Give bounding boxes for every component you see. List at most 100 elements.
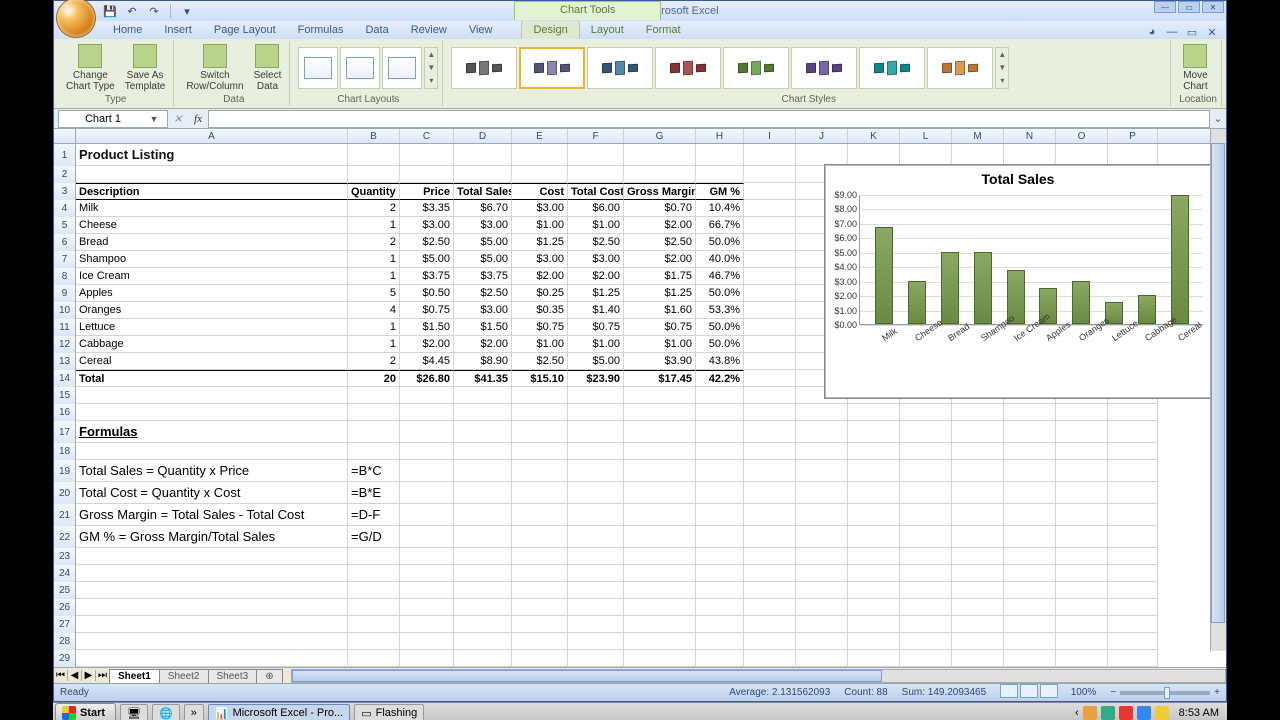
cell[interactable] [568, 482, 624, 504]
cell[interactable] [624, 526, 696, 548]
cell[interactable] [512, 650, 568, 667]
cell[interactable] [796, 599, 848, 616]
cell[interactable] [454, 616, 512, 633]
column-header[interactable]: M [952, 129, 1004, 143]
cell[interactable] [624, 482, 696, 504]
save-icon[interactable]: 💾 [102, 3, 118, 19]
redo-icon[interactable]: ↷ [146, 3, 162, 19]
cell[interactable] [512, 421, 568, 443]
cell[interactable] [454, 144, 512, 166]
cell[interactable] [796, 144, 848, 166]
cell[interactable] [454, 387, 512, 404]
row-header[interactable]: 17 [54, 421, 76, 443]
cell[interactable] [696, 616, 744, 633]
row-header[interactable]: 20 [54, 482, 76, 504]
cell[interactable] [400, 387, 454, 404]
cell[interactable]: $0.75 [624, 319, 696, 336]
row-header[interactable]: 25 [54, 582, 76, 599]
cell[interactable] [744, 234, 796, 251]
cell[interactable] [454, 443, 512, 460]
column-header[interactable]: L [900, 129, 952, 143]
cell[interactable] [848, 582, 900, 599]
cell[interactable] [952, 421, 1004, 443]
cell[interactable]: $3.00 [400, 217, 454, 234]
cell[interactable] [696, 599, 744, 616]
cell[interactable] [900, 548, 952, 565]
quick-launch-desktop-icon[interactable]: 🖥 [120, 704, 148, 720]
cell[interactable] [624, 443, 696, 460]
row-header[interactable]: 1 [54, 144, 76, 166]
cell[interactable] [512, 460, 568, 482]
row-header[interactable]: 22 [54, 526, 76, 548]
row-header[interactable]: 12 [54, 336, 76, 353]
cell[interactable] [568, 387, 624, 404]
cell[interactable] [512, 616, 568, 633]
cell[interactable]: =D-F [348, 504, 400, 526]
cell[interactable] [1004, 565, 1056, 582]
row-header[interactable]: 26 [54, 599, 76, 616]
cell[interactable]: Cost [512, 183, 568, 200]
cell[interactable] [1056, 616, 1108, 633]
cell[interactable] [512, 144, 568, 166]
tray-icon[interactable] [1137, 706, 1151, 720]
cell[interactable] [568, 616, 624, 633]
start-button[interactable]: Start [55, 703, 116, 720]
cell[interactable] [1056, 548, 1108, 565]
row-header[interactable]: 28 [54, 633, 76, 650]
cell[interactable]: Total Sales [454, 183, 512, 200]
row-header[interactable]: 18 [54, 443, 76, 460]
cell[interactable] [696, 526, 744, 548]
cell[interactable] [348, 650, 400, 667]
cell[interactable] [796, 582, 848, 599]
cell[interactable]: $3.00 [512, 251, 568, 268]
cell[interactable]: $2.00 [624, 217, 696, 234]
cell[interactable] [1056, 582, 1108, 599]
cell[interactable] [512, 582, 568, 599]
cell[interactable]: $0.35 [512, 302, 568, 319]
tray-icon[interactable] [1101, 706, 1115, 720]
cell[interactable] [76, 548, 348, 565]
cell[interactable]: $1.25 [512, 234, 568, 251]
cell[interactable]: $1.00 [624, 336, 696, 353]
cell[interactable] [76, 443, 348, 460]
cell[interactable] [1004, 616, 1056, 633]
column-header[interactable]: E [512, 129, 568, 143]
chart-styles-more-icon[interactable]: ▲▼▾ [995, 47, 1009, 89]
chart-bar[interactable] [875, 227, 893, 324]
cell[interactable] [1056, 565, 1108, 582]
cell[interactable] [568, 421, 624, 443]
chart-style-option[interactable] [451, 47, 517, 89]
formula-input[interactable] [208, 110, 1210, 128]
view-page-break-icon[interactable] [1040, 684, 1058, 698]
zoom-in-icon[interactable]: + [1214, 687, 1220, 698]
cell[interactable] [454, 548, 512, 565]
cell[interactable] [1004, 582, 1056, 599]
cell[interactable]: 50.0% [696, 234, 744, 251]
cell[interactable] [454, 650, 512, 667]
cell[interactable] [796, 650, 848, 667]
cell[interactable]: $4.45 [400, 353, 454, 370]
cell[interactable]: $1.50 [400, 319, 454, 336]
row-header[interactable]: 9 [54, 285, 76, 302]
tab-design[interactable]: Design [521, 20, 579, 39]
embedded-chart[interactable]: Total Sales $0.00$1.00$2.00$3.00$4.00$5.… [824, 164, 1212, 399]
cell[interactable] [744, 302, 796, 319]
chart-bar[interactable] [1171, 195, 1189, 324]
chart-style-option[interactable] [927, 47, 993, 89]
cell[interactable] [1056, 404, 1108, 421]
column-header[interactable]: K [848, 129, 900, 143]
row-header[interactable]: 29 [54, 650, 76, 667]
cell[interactable] [1056, 482, 1108, 504]
tab-format[interactable]: Format [635, 21, 692, 39]
cell[interactable] [1108, 616, 1158, 633]
cell[interactable]: $1.00 [512, 336, 568, 353]
tab-review[interactable]: Review [400, 21, 458, 39]
cell[interactable] [454, 404, 512, 421]
cell[interactable]: $3.00 [454, 217, 512, 234]
chart-bar[interactable] [908, 281, 926, 324]
cell[interactable] [900, 421, 952, 443]
chart-bar[interactable] [1072, 281, 1090, 324]
ribbon-close-icon[interactable]: ✕ [1204, 25, 1220, 39]
cell[interactable] [696, 387, 744, 404]
cell[interactable]: 1 [348, 268, 400, 285]
